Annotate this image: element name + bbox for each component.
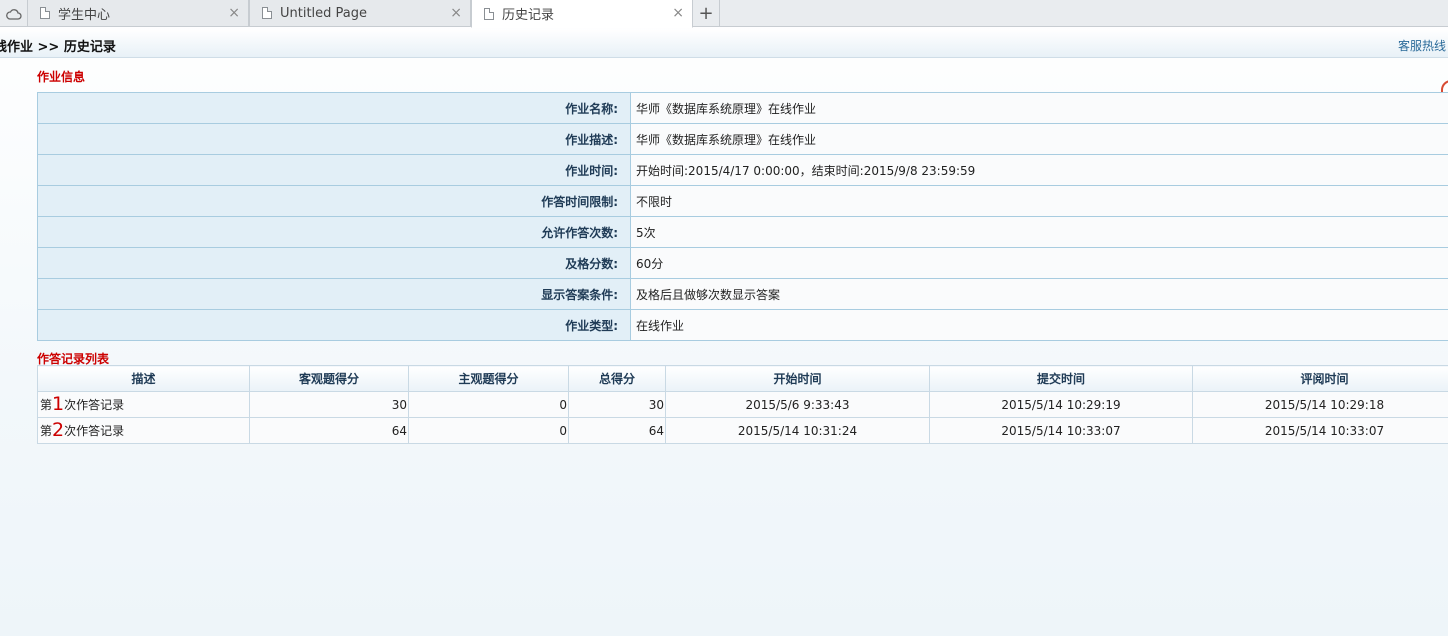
- table-row[interactable]: 第2次作答记录 64 0 64 2015/5/14 10:31:24 2015/…: [37, 417, 1448, 444]
- info-value: 开始时间:2015/4/17 0:00:00，结束时间:2015/9/8 23:…: [630, 154, 1448, 186]
- info-section-title: 作业信息: [37, 70, 86, 84]
- info-value: 5次: [630, 216, 1448, 248]
- start-time: 2015/5/14 10:31:24: [665, 417, 930, 444]
- table-row[interactable]: 第1次作答记录 30 0 30 2015/5/6 9:33:43 2015/5/…: [37, 391, 1448, 418]
- hotline-link[interactable]: 客服热线: [1398, 37, 1446, 54]
- breadcrumb-bar: 线作业 >> 历史记录 客服热线: [0, 29, 1448, 58]
- tab-untitled-page[interactable]: Untitled Page ×: [249, 0, 471, 27]
- info-label: 作业时间:: [37, 154, 631, 186]
- info-label: 作业名称:: [37, 92, 631, 124]
- info-label: 显示答案条件:: [37, 278, 631, 310]
- record-prefix: 第: [40, 424, 53, 438]
- column-header-total-score: 总得分: [568, 365, 666, 392]
- cloud-icon[interactable]: [0, 0, 27, 27]
- info-label: 及格分数:: [37, 247, 631, 279]
- column-header-subjective-score: 主观题得分: [408, 365, 569, 392]
- page-icon: [40, 7, 50, 19]
- tab-history[interactable]: 历史记录 ×: [471, 0, 693, 28]
- review-time: 2015/5/14 10:33:07: [1192, 417, 1448, 444]
- tab-student-center[interactable]: 学生中心 ×: [27, 0, 249, 27]
- record-description[interactable]: 第2次作答记录: [37, 417, 250, 444]
- table-header-row: 描述 客观题得分 主观题得分 总得分 开始时间 提交时间 评阅时间: [37, 365, 1448, 392]
- total-score: 30: [568, 391, 666, 418]
- submit-time: 2015/5/14 10:33:07: [929, 417, 1193, 444]
- record-prefix: 第: [40, 398, 53, 412]
- subjective-score: 0: [408, 417, 569, 444]
- close-icon[interactable]: ×: [672, 5, 684, 21]
- submit-time: 2015/5/14 10:29:19: [929, 391, 1193, 418]
- info-row: 作业时间: 开始时间:2015/4/17 0:00:00，结束时间:2015/9/…: [37, 154, 1448, 186]
- info-row: 作业类型: 在线作业: [37, 309, 1448, 341]
- objective-score: 64: [249, 417, 409, 444]
- info-value: 在线作业: [630, 309, 1448, 341]
- record-description[interactable]: 第1次作答记录: [37, 391, 250, 418]
- column-header-review-time: 评阅时间: [1192, 365, 1448, 392]
- column-header-description: 描述: [37, 365, 250, 392]
- info-label: 作业类型:: [37, 309, 631, 341]
- tab-label: 学生中心: [58, 7, 111, 23]
- page-icon: [484, 7, 494, 20]
- info-row: 作答时间限制: 不限时: [37, 185, 1448, 217]
- info-value: 及格后且做够次数显示答案: [630, 278, 1448, 310]
- column-header-start-time: 开始时间: [665, 365, 930, 392]
- page-icon: [262, 7, 272, 19]
- record-index: 1: [52, 393, 65, 415]
- tab-label: 历史记录: [502, 8, 555, 23]
- record-suffix: 次作答记录: [64, 398, 125, 412]
- subjective-score: 0: [408, 391, 569, 418]
- info-label: 作业描述:: [37, 123, 631, 155]
- record-index: 2: [52, 419, 65, 441]
- column-header-objective-score: 客观题得分: [249, 365, 409, 392]
- close-icon[interactable]: ×: [450, 5, 462, 21]
- breadcrumb: 线作业 >> 历史记录: [0, 40, 116, 55]
- info-value: 60分: [630, 247, 1448, 279]
- info-row: 及格分数: 60分: [37, 247, 1448, 279]
- info-value: 不限时: [630, 185, 1448, 217]
- info-label: 作答时间限制:: [37, 185, 631, 217]
- plus-icon[interactable]: +: [693, 0, 720, 27]
- total-score: 64: [568, 417, 666, 444]
- info-value: 华师《数据库系统原理》在线作业: [630, 123, 1448, 155]
- info-row: 作业描述: 华师《数据库系统原理》在线作业: [37, 123, 1448, 155]
- tab-label: Untitled Page: [280, 5, 368, 21]
- info-row: 作业名称: 华师《数据库系统原理》在线作业: [37, 92, 1448, 124]
- start-time: 2015/5/6 9:33:43: [665, 391, 930, 418]
- column-header-submit-time: 提交时间: [929, 365, 1193, 392]
- info-row: 显示答案条件: 及格后且做够次数显示答案: [37, 278, 1448, 310]
- assignment-info-table: 作业名称: 华师《数据库系统原理》在线作业 作业描述: 华师《数据库系统原理》在线作…: [37, 92, 1448, 341]
- tab-bar: 学生中心 × Untitled Page × 历史记录 × +: [0, 0, 1448, 28]
- info-value: 华师《数据库系统原理》在线作业: [630, 92, 1448, 124]
- info-label: 允许作答次数:: [37, 216, 631, 248]
- record-suffix: 次作答记录: [64, 424, 125, 438]
- close-icon[interactable]: ×: [228, 5, 240, 21]
- answer-records-table: 描述 客观题得分 主观题得分 总得分 开始时间 提交时间 评阅时间 第1次作答记…: [37, 365, 1448, 444]
- review-time: 2015/5/14 10:29:18: [1192, 391, 1448, 418]
- info-row: 允许作答次数: 5次: [37, 216, 1448, 248]
- objective-score: 30: [249, 391, 409, 418]
